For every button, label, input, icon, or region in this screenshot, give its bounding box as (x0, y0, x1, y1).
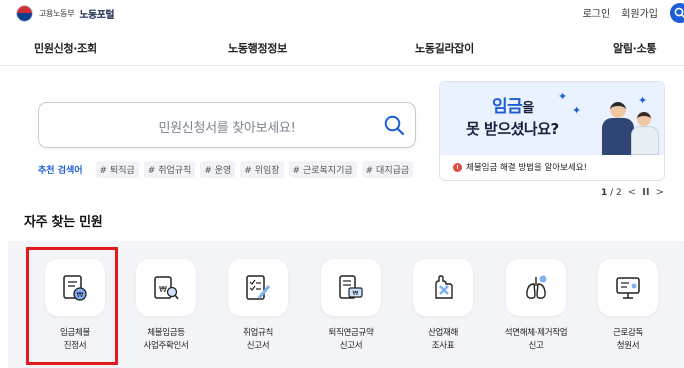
account-links: 로그인 회원가입 (583, 5, 658, 20)
frequent-services: ₩ 임금체불 진정서 ₩ 체불임금등 사업주확인서 취업규칙 신고서 ₩ 퇴직연… (8, 241, 684, 368)
service-labor-inspection[interactable]: 근로감독 청원서 (583, 259, 673, 368)
svg-text:₩: ₩ (159, 285, 167, 294)
top-header: 고용노동부 노동포털 로그인 회원가입 (0, 0, 684, 26)
keyword-chip[interactable]: # 퇴직금 (95, 161, 139, 178)
service-wage-claim[interactable]: ₩ 임금체불 진정서 (30, 259, 120, 368)
service-label: 진정서 (63, 341, 87, 351)
nav-labor-admin-info[interactable]: 노동행정정보 (228, 40, 287, 56)
service-label: 신고 (528, 341, 544, 351)
section-title: 자주 찾는 민원 (24, 215, 103, 230)
search-input[interactable]: 민원신청서를 찾아보세요! (39, 117, 415, 136)
promo-banner[interactable]: ✦ ✦ ✦ 임금을 못 받으셨나요? 체불임금 해결 방법을 알아보세요! (439, 81, 665, 181)
banner-caption: 체불임금 해결 방법을 알아보세요! (453, 161, 587, 173)
svg-text:₩: ₩ (77, 291, 84, 299)
service-label: 취업규칙 (242, 328, 274, 338)
keyword-chip[interactable]: # 취업규칙 (143, 161, 196, 178)
banner-headline-2: 못 받으셨나요? (466, 120, 559, 138)
service-label: 체불임금등 (147, 328, 185, 338)
service-label: 퇴직연금규약 (328, 328, 374, 338)
keyword-chip[interactable]: # 위임장 (240, 161, 284, 178)
banner-pager: 1 / 2 < II > (601, 187, 664, 198)
asbestos-lungs-icon (526, 275, 547, 299)
nav-notice-communication[interactable]: 알림·소통 (613, 40, 656, 56)
logo-portal-text: 노동포털 (79, 9, 115, 21)
recommended-keywords: 추천 검색어 # 퇴직금 # 취업규칙 # 운영 # 위임장 # 근로복지기금 … (38, 161, 418, 178)
service-tile[interactable] (506, 259, 566, 316)
government-emblem-icon (16, 4, 33, 22)
service-label: 청원서 (616, 341, 640, 351)
banner-illustration: ✦ ✦ ✦ 임금을 못 받으셨나요? (440, 82, 664, 155)
keyword-chip[interactable]: # 근로복지기금 (288, 161, 357, 178)
pension-icon: ₩ (339, 275, 363, 299)
service-pension-rules[interactable]: ₩ 퇴직연금규약 신고서 (306, 259, 396, 368)
work-rules-icon (246, 275, 271, 300)
person-illustration (602, 118, 634, 155)
service-tile[interactable]: ₩ (321, 259, 381, 316)
search-icon (674, 7, 684, 19)
nav-civil-petition[interactable]: 민원신청·조회 (34, 40, 97, 56)
alert-icon (453, 162, 462, 172)
site-logo[interactable]: 고용노동부 노동포털 (16, 4, 115, 22)
keyword-chip[interactable]: # 운영 (200, 161, 236, 178)
employer-confirmation-icon: ₩ (154, 276, 179, 300)
service-asbestos-removal[interactable]: 석면해체·제거작업 신고 (491, 259, 581, 368)
sparkle-icon: ✦ (572, 104, 582, 117)
service-tile[interactable]: ₩ (45, 259, 105, 316)
keyword-chip[interactable]: # 대지급금 (361, 161, 414, 178)
service-work-rules[interactable]: 취업규칙 신고서 (213, 259, 303, 368)
svg-text:₩: ₩ (353, 290, 359, 297)
service-tile[interactable] (598, 259, 658, 316)
person-illustration (610, 102, 626, 118)
person-illustration (631, 126, 659, 155)
service-label: 사업주확인서 (143, 341, 189, 351)
service-tile[interactable] (228, 259, 288, 316)
service-tile[interactable] (413, 259, 473, 316)
service-label: 산업재해 (427, 328, 459, 338)
service-employer-confirmation[interactable]: ₩ 체불임금등 사업주확인서 (121, 259, 211, 368)
service-label: 석면해체·제거작업 (504, 328, 568, 338)
service-label: 신고서 (339, 341, 363, 351)
login-link[interactable]: 로그인 (583, 5, 611, 20)
nav-labor-guide[interactable]: 노동길라잡이 (415, 40, 474, 56)
petition-search-box[interactable]: 민원신청서를 찾아보세요! (38, 102, 416, 148)
logo-ministry-text: 고용노동부 (39, 8, 75, 18)
prev-slide-button[interactable]: < (628, 187, 636, 198)
header-search-button[interactable] (670, 3, 684, 23)
service-label: 조사표 (431, 341, 455, 351)
industrial-accident-icon (435, 275, 453, 299)
search-icon[interactable] (383, 114, 405, 136)
service-industrial-accident[interactable]: 산업재해 조사표 (398, 259, 488, 368)
service-label: 신고서 (246, 341, 270, 351)
recommended-label: 추천 검색어 (38, 166, 83, 176)
service-tile[interactable]: ₩ (136, 259, 196, 316)
next-slide-button[interactable]: > (656, 187, 664, 198)
signup-link[interactable]: 회원가입 (621, 5, 658, 20)
person-illustration (637, 112, 651, 126)
pause-slide-button[interactable]: II (642, 187, 649, 198)
main-nav: 민원신청·조회 노동행정정보 노동길라잡이 알림·소통 (0, 30, 684, 66)
labor-inspection-monitor-icon (616, 277, 640, 299)
pager-count: 1 / 2 (601, 187, 622, 198)
service-label: 근로감독 (612, 328, 644, 338)
wage-claim-icon: ₩ (63, 275, 87, 301)
sparkle-icon: ✦ (558, 90, 568, 103)
service-label: 임금체불 (59, 328, 91, 338)
banner-headline-1: 임금을 (492, 97, 534, 117)
sparkle-icon: ✦ (638, 94, 648, 107)
